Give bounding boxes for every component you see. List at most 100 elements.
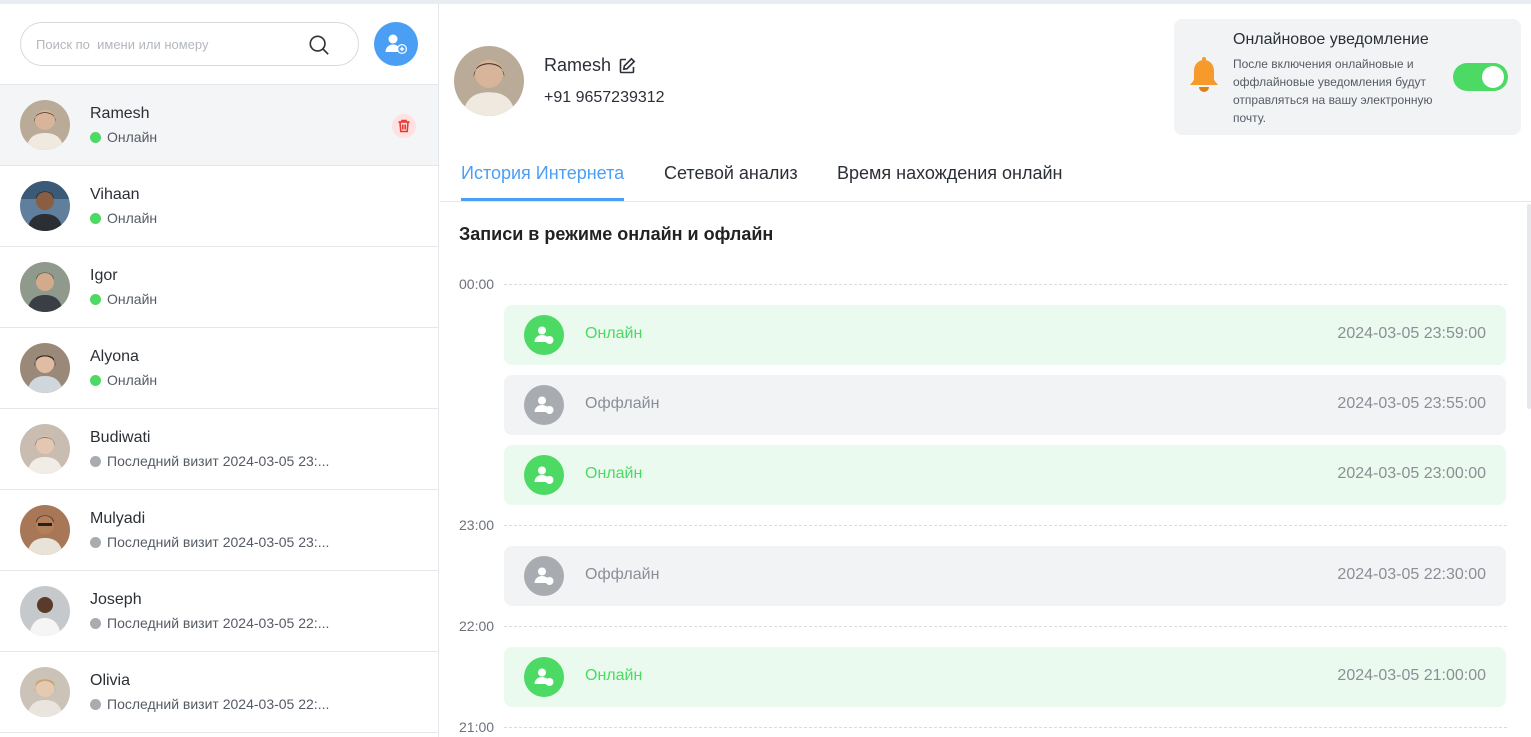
add-user-icon xyxy=(385,34,407,54)
avatar xyxy=(20,505,70,555)
contact-item-alyona[interactable]: Alyona Онлайн xyxy=(0,328,438,409)
record-online[interactable]: Онлайн 2024-03-05 21:00:00 xyxy=(504,647,1506,707)
section-title: Записи в режиме онлайн и офлайн xyxy=(459,224,774,244)
record-icon xyxy=(524,556,564,596)
record-status: Оффлайн xyxy=(585,566,660,583)
user-status-icon xyxy=(534,466,554,484)
offline-dot xyxy=(90,536,101,548)
record-time: 2024-03-05 23:00:00 xyxy=(1337,465,1486,482)
contact-status: Последний визит 2024-03-05 23:... xyxy=(90,534,329,550)
add-contact-button[interactable] xyxy=(374,22,418,66)
contact-status-text: Последний визит 2024-03-05 23:... xyxy=(107,534,330,550)
record-status: Онлайн xyxy=(585,325,643,342)
avatar xyxy=(20,262,70,312)
tab-network-analysis[interactable]: Сетевой анализ xyxy=(664,163,798,201)
timeline-divider xyxy=(504,525,1507,526)
offline-dot xyxy=(90,455,101,467)
record-status: Оффлайн xyxy=(585,395,660,412)
bell-icon xyxy=(1190,57,1218,92)
timeline-hour-label: 21:00 xyxy=(459,719,495,735)
contact-status-text: Последний визит 2024-03-05 22:... xyxy=(107,615,330,631)
record-offline[interactable]: Оффлайн 2024-03-05 22:30:00 xyxy=(504,546,1506,606)
tab-online-time[interactable]: Время нахождения онлайн xyxy=(837,163,1062,201)
contact-status-text: Последний визит 2024-03-05 23:... xyxy=(107,453,330,469)
record-time: 2024-03-05 22:30:00 xyxy=(1337,566,1486,583)
search-bar xyxy=(0,4,438,85)
delete-contact-button[interactable] xyxy=(392,114,416,138)
contact-status: Онлайн xyxy=(90,372,157,388)
contact-item-budiwati[interactable]: Budiwati Последний визит 2024-03-05 23:.… xyxy=(0,409,438,490)
contact-status: Последний визит 2024-03-05 23:... xyxy=(90,453,329,469)
record-time: 2024-03-05 21:00:00 xyxy=(1337,667,1486,684)
online-dot xyxy=(90,293,101,305)
edit-icon[interactable] xyxy=(618,57,636,75)
record-icon xyxy=(524,315,564,355)
contact-item-ramesh[interactable]: Ramesh Онлайн xyxy=(0,85,438,166)
contact-status-text: Онлайн xyxy=(107,210,158,226)
online-dot xyxy=(90,131,101,143)
user-status-icon xyxy=(534,326,554,344)
contacts-sidebar: Ramesh Онлайн Vihaan Онлайн Igor Онлайн … xyxy=(0,4,439,737)
contact-status-text: Онлайн xyxy=(107,372,158,388)
contact-name: Alyona xyxy=(90,348,139,365)
timeline-hour-label: 23:00 xyxy=(459,517,495,533)
online-dot xyxy=(90,212,101,224)
contact-name: Budiwati xyxy=(90,429,151,446)
avatar xyxy=(20,100,70,150)
timeline-divider xyxy=(504,727,1507,728)
profile-name: Ramesh xyxy=(544,55,612,75)
contact-item-joseph[interactable]: Joseph Последний визит 2024-03-05 22:... xyxy=(0,571,438,652)
offline-dot xyxy=(90,698,101,710)
contact-name: Mulyadi xyxy=(90,510,146,527)
tab-bar: История Интернета Сетевой анализ Время н… xyxy=(440,154,1531,202)
contact-status-text: Онлайн xyxy=(107,129,158,145)
user-status-icon xyxy=(534,396,554,414)
timeline-hour-label: 22:00 xyxy=(459,618,495,634)
record-status: Онлайн xyxy=(585,465,643,482)
toggle-knob xyxy=(1482,66,1504,88)
avatar xyxy=(20,424,70,474)
avatar xyxy=(20,343,70,393)
contact-detail-panel: Ramesh +91 9657239312 Онлайновое уведомл… xyxy=(440,4,1531,737)
contact-item-vihaan[interactable]: Vihaan Онлайн xyxy=(0,166,438,247)
profile-avatar xyxy=(454,46,524,116)
contact-status-text: Последний визит 2024-03-05 22:... xyxy=(107,696,330,712)
contact-name: Joseph xyxy=(90,591,142,608)
avatar xyxy=(20,667,70,717)
search-box[interactable] xyxy=(20,22,359,66)
search-input[interactable] xyxy=(36,23,306,65)
timeline-divider xyxy=(504,284,1507,285)
profile-phone: +91 9657239312 xyxy=(544,89,665,106)
record-icon xyxy=(524,385,564,425)
contact-item-mulyadi[interactable]: Mulyadi Последний визит 2024-03-05 23:..… xyxy=(0,490,438,571)
timeline-hour-label: 00:00 xyxy=(459,276,495,292)
contact-status: Онлайн xyxy=(90,210,157,226)
record-online[interactable]: Онлайн 2024-03-05 23:59:00 xyxy=(504,305,1506,365)
notification-title: Онлайновое уведомление xyxy=(1233,31,1429,48)
trash-icon xyxy=(398,119,410,133)
user-status-icon xyxy=(534,567,554,585)
avatar xyxy=(20,181,70,231)
contact-status: Последний визит 2024-03-05 22:... xyxy=(90,615,329,631)
contact-status-text: Онлайн xyxy=(107,291,158,307)
tab-internet-history[interactable]: История Интернета xyxy=(461,163,625,201)
contact-name: Vihaan xyxy=(90,186,140,203)
record-icon xyxy=(524,657,564,697)
record-time: 2024-03-05 23:59:00 xyxy=(1337,325,1486,342)
contact-item-igor[interactable]: Igor Онлайн xyxy=(0,247,438,328)
contact-name: Ramesh xyxy=(90,105,150,122)
timeline-divider xyxy=(504,626,1507,627)
offline-dot xyxy=(90,617,101,629)
user-status-icon xyxy=(534,668,554,686)
scrollbar[interactable] xyxy=(1527,204,1531,409)
contact-status: Онлайн xyxy=(90,291,157,307)
record-online[interactable]: Онлайн 2024-03-05 23:00:00 xyxy=(504,445,1506,505)
contact-item-olivia[interactable]: Olivia Последний визит 2024-03-05 22:... xyxy=(0,652,438,733)
notification-description: После включения онлайновые и оффлайновые… xyxy=(1233,57,1433,125)
contact-name: Olivia xyxy=(90,672,131,689)
record-offline[interactable]: Оффлайн 2024-03-05 23:55:00 xyxy=(504,375,1506,435)
avatar xyxy=(20,586,70,636)
online-dot xyxy=(90,374,101,386)
notification-toggle[interactable] xyxy=(1453,63,1508,91)
search-icon[interactable] xyxy=(308,34,330,56)
